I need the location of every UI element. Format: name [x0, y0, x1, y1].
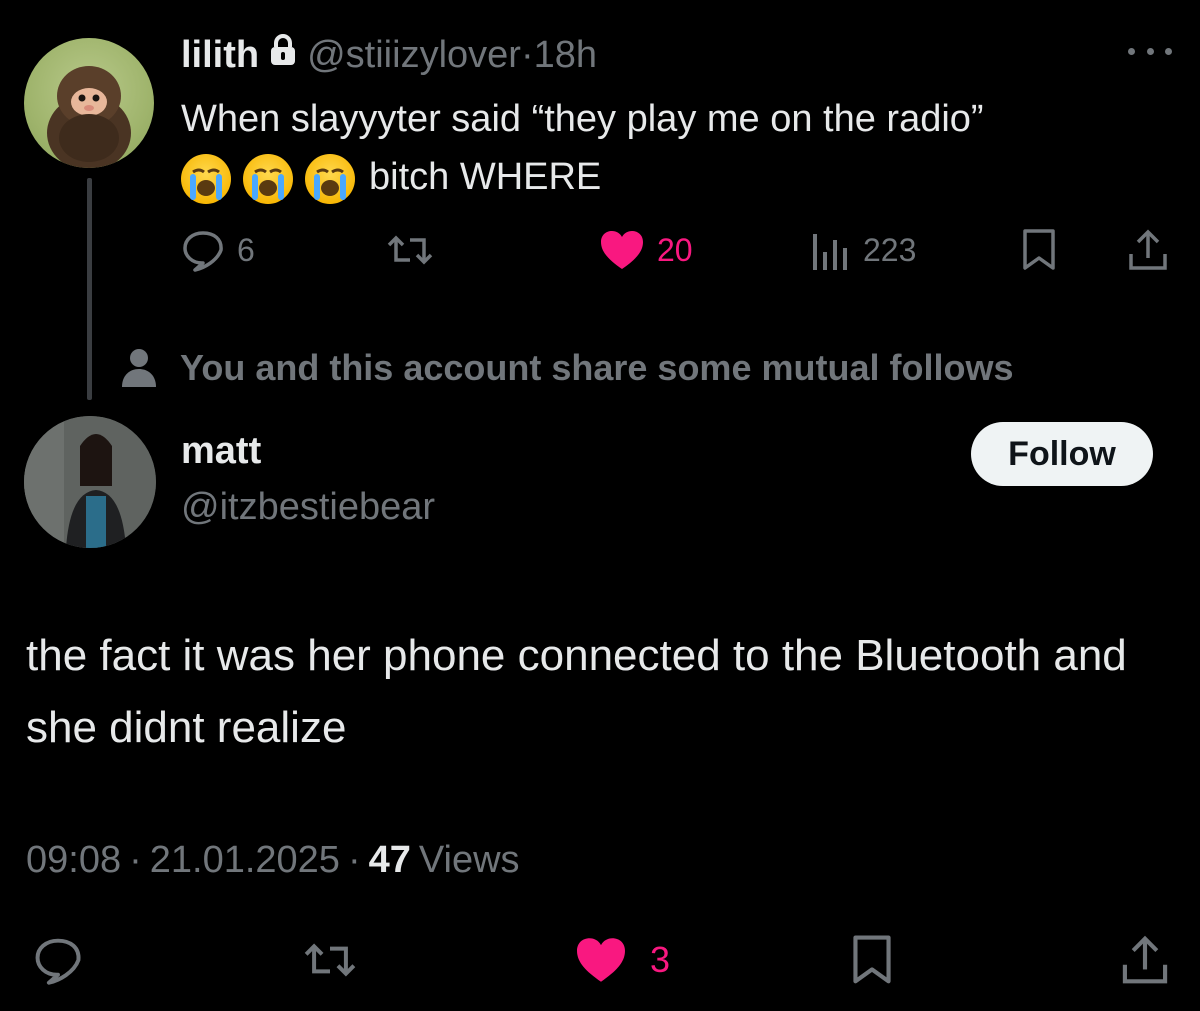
person-icon [122, 349, 156, 387]
reply-views-label: Views [418, 838, 520, 881]
parent-text-line2: bitch WHERE [369, 156, 602, 198]
bookmark-icon [1023, 229, 1055, 270]
parent-meta: @stiiizylover·18h [307, 34, 597, 77]
heart-filled-icon [601, 231, 643, 269]
follow-button[interactable]: Follow [971, 422, 1153, 486]
reply-like-button[interactable]: 3 [574, 930, 670, 990]
parent-views-button[interactable]: 223 [811, 222, 916, 278]
parent-reply-button[interactable]: 6 [181, 222, 255, 278]
repost-icon [304, 943, 356, 977]
parent-like-count: 20 [657, 231, 693, 268]
reply-date[interactable]: 21.01.2025 [150, 839, 340, 882]
mutual-follows-note: You and this account share some mutual f… [120, 342, 1013, 394]
parent-display-name[interactable]: lilith [181, 34, 259, 77]
reply-meta: 09:08 · 21.01.2025 · 47 Views [26, 834, 520, 886]
parent-header: lilith @stiiizylover·18h [181, 32, 597, 78]
parent-handle[interactable]: @stiiizylover [307, 34, 521, 76]
parent-action-bar: 6 20 223 [181, 222, 1171, 278]
reply-share-button[interactable] [1120, 930, 1170, 990]
reply-avatar[interactable] [24, 416, 156, 548]
reply-display-name[interactable]: matt [181, 430, 261, 473]
reply-like-count: 3 [650, 939, 671, 980]
share-icon [1129, 229, 1167, 270]
reply-action-bar: 3 [20, 930, 1180, 990]
parent-like-button[interactable]: 20 [599, 222, 693, 278]
parent-repost-button[interactable] [386, 222, 434, 278]
reply-repost-button[interactable] [302, 930, 358, 990]
lock-icon [269, 33, 297, 77]
loudly-crying-face-icon [305, 153, 355, 204]
repost-icon [387, 235, 433, 265]
parent-reply-count: 6 [237, 231, 255, 268]
reply-view-count[interactable]: 47 [369, 839, 411, 882]
reply-bookmark-button[interactable] [850, 930, 894, 990]
monkey-plush-avatar-image [47, 66, 131, 168]
parent-text-line1: When slayyyter said “they play me on the… [181, 98, 984, 140]
meta-separator: · [520, 33, 534, 76]
person-photo-avatar-image [24, 416, 156, 548]
reply-icon [35, 938, 81, 985]
parent-text-line2-wrap: bitch WHERE [181, 148, 1171, 206]
reply-tweet-text: the fact it was her phone connected to t… [26, 631, 1127, 752]
meta-separator: · [347, 838, 361, 881]
mutual-follows-text: You and this account share some mutual f… [180, 347, 1014, 388]
bookmark-icon [853, 935, 891, 984]
analytics-bars-icon [813, 234, 847, 270]
heart-filled-icon [577, 938, 625, 982]
loudly-crying-face-icon [181, 153, 231, 204]
reply-reply-button[interactable] [32, 930, 84, 990]
thread-connector-line [87, 178, 92, 400]
parent-avatar[interactable] [24, 38, 154, 168]
parent-view-count: 223 [863, 231, 917, 268]
emoji-row [181, 153, 355, 204]
reply-handle[interactable]: @itzbestiebear [181, 486, 435, 529]
parent-tweet-text: When slayyyter said “they play me on the… [181, 90, 1171, 206]
meta-separator: · [129, 838, 142, 881]
parent-share-button[interactable] [1127, 222, 1169, 278]
reply-time[interactable]: 09:08 [26, 839, 121, 882]
parent-timestamp[interactable]: 18h [534, 34, 597, 76]
parent-bookmark-button[interactable] [1021, 222, 1057, 278]
reply-icon [183, 231, 223, 272]
share-icon [1122, 935, 1168, 984]
more-options-icon[interactable] [1128, 40, 1172, 62]
loudly-crying-face-icon [243, 153, 293, 204]
